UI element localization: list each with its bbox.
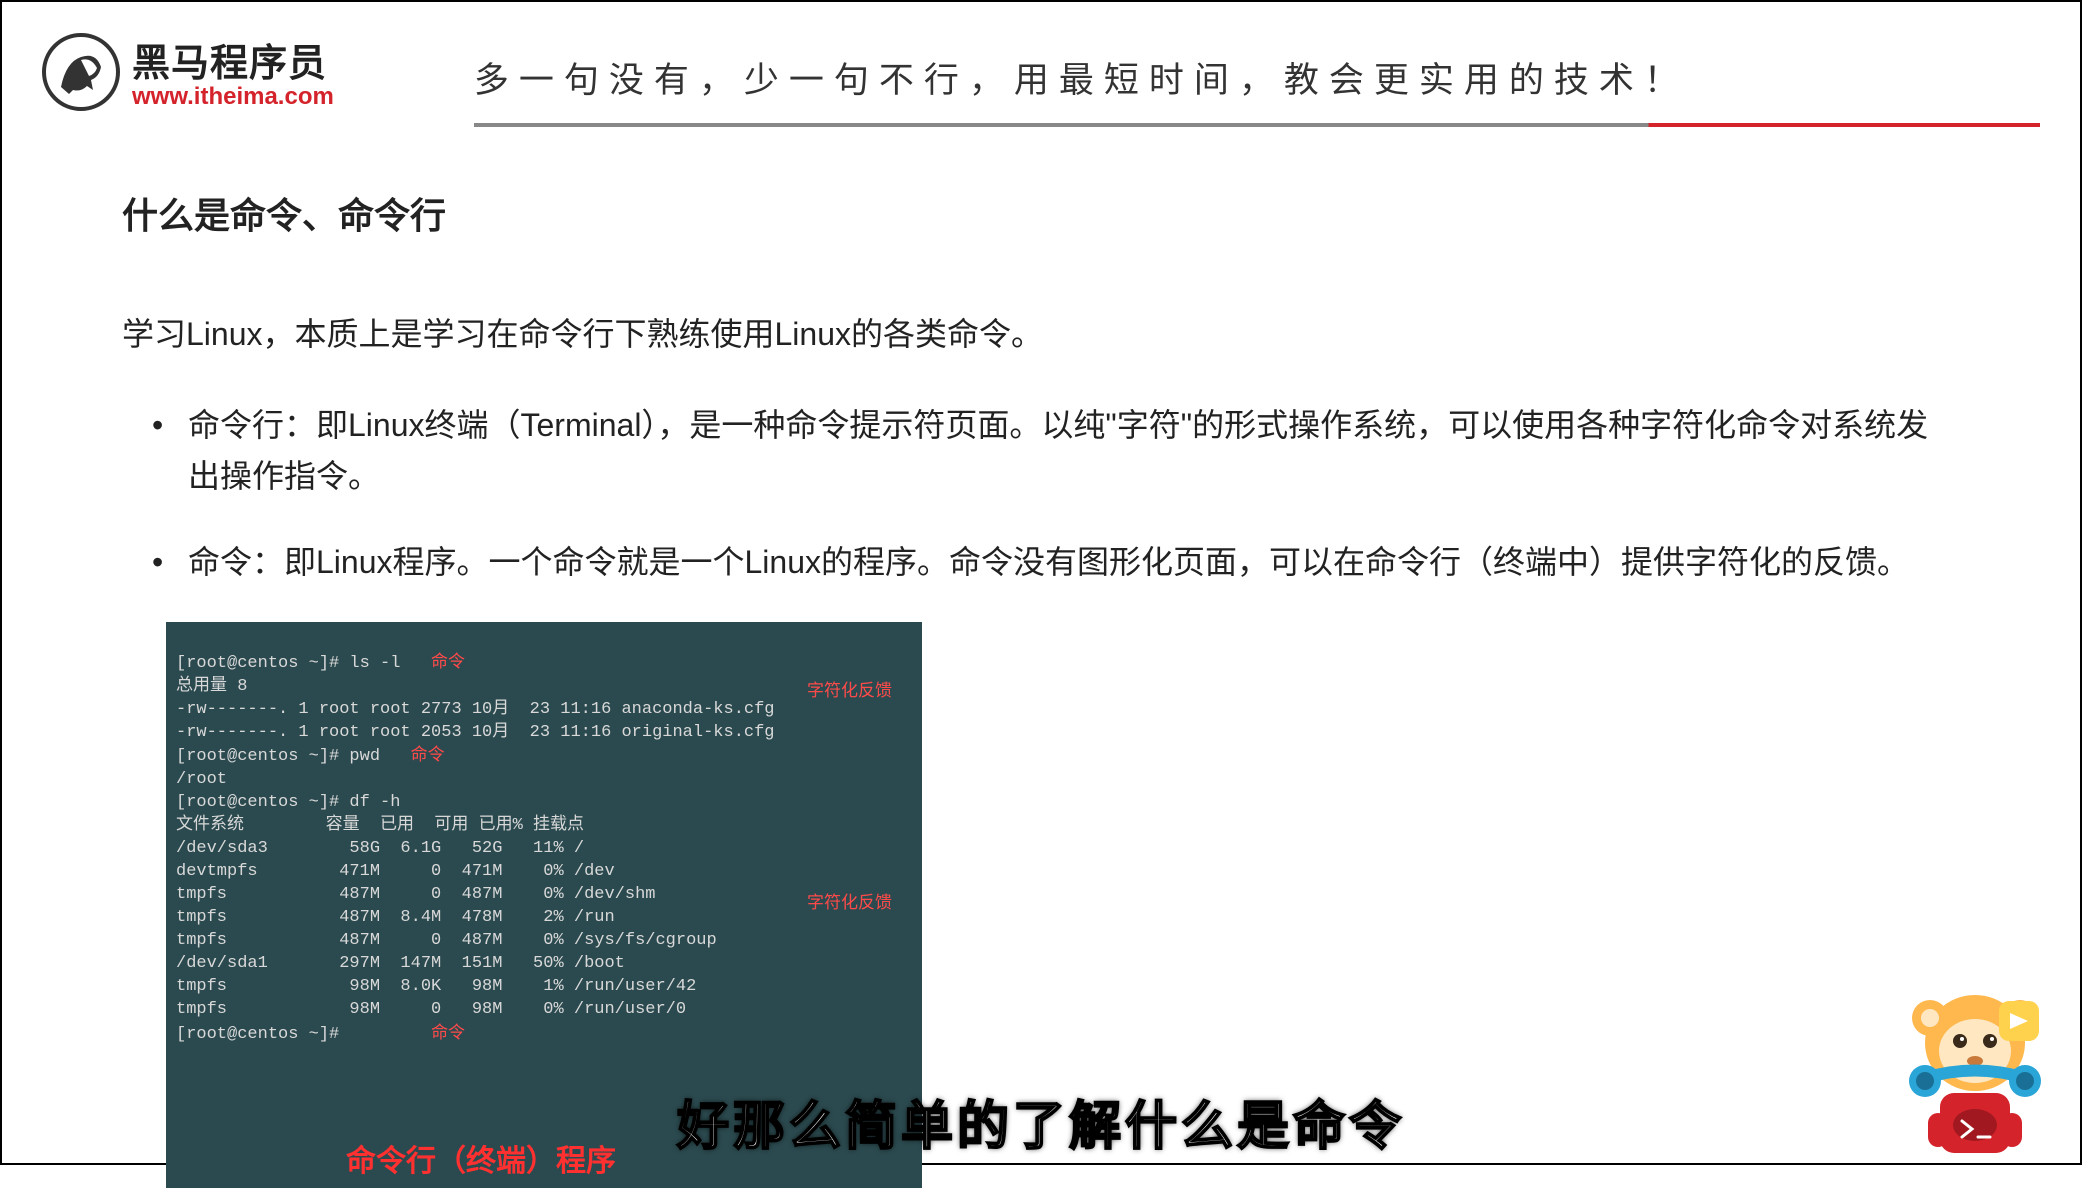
mascot-icon [1890, 963, 2060, 1163]
terminal-line: /dev/sda3 58G 6.1G 52G 11% / [176, 839, 584, 858]
terminal-line: tmpfs 487M 8.4M 478M 2% /run [176, 908, 615, 927]
terminal-line: devtmpfs 471M 0 471M 0% /dev [176, 862, 615, 881]
terminal-line: [root@centos ~]# ls -l [176, 654, 400, 673]
logo-title: 黑马程序员 [132, 32, 334, 87]
terminal-line: -rw-------. 1 root root 2053 10月 23 11:1… [176, 723, 775, 742]
content: 什么是命令、命令行 学习Linux，本质上是学习在命令行下熟练使用Linux的各… [2, 127, 2080, 1188]
annotation-cmd: 命令 [431, 1023, 465, 1042]
terminal-line: [root@centos ~]# [176, 1025, 339, 1044]
annotation-cmd: 命令 [411, 745, 445, 764]
terminal-line: /root [176, 770, 227, 789]
terminal-line: [root@centos ~]# df -h [176, 793, 400, 812]
header: 黑马程序员 www.itheima.com 多一句没有，少一句不行，用最短时间，… [2, 2, 2080, 127]
terminal-line: tmpfs 98M 0 98M 0% /run/user/0 [176, 1000, 686, 1019]
terminal-line: -rw-------. 1 root root 2773 10月 23 11:1… [176, 700, 775, 719]
slogan-text: 多一句没有，少一句不行，用最短时间，教会更实用的技术！ [474, 52, 2040, 117]
annotation-cmd: 命令 [431, 652, 465, 671]
terminal-line: tmpfs 487M 0 487M 0% /sys/fs/cgroup [176, 931, 717, 950]
annotation-terminal-label: 命令行（终端）程序 [346, 1142, 616, 1183]
intro-text: 学习Linux，本质上是学习在命令行下熟练使用Linux的各类命令。 [122, 309, 1960, 360]
bullet-item: 命令行：即Linux终端（Terminal），是一种命令提示符页面。以纯"字符"… [152, 400, 1960, 502]
logo-url: www.itheima.com [132, 83, 334, 111]
annotation-feedback: 字符化反馈 [807, 680, 892, 703]
bullet-item: 命令：即Linux程序。一个命令就是一个Linux的程序。命令没有图形化页面，可… [152, 537, 1960, 588]
logo-text: 黑马程序员 www.itheima.com [132, 32, 334, 111]
terminal-line: tmpfs 98M 8.0K 98M 1% /run/user/42 [176, 977, 696, 996]
annotation-feedback: 字符化反馈 [807, 892, 892, 915]
terminal-line: 总用量 8 [176, 677, 247, 696]
terminal-line: [root@centos ~]# pwd [176, 747, 380, 766]
logo-block: 黑马程序员 www.itheima.com [42, 32, 334, 111]
video-subtitle: 好那么简单的了解什么是命令 [677, 1084, 1405, 1159]
terminal-line: /dev/sda1 297M 147M 151M 50% /boot [176, 954, 625, 973]
slogan-underline [474, 123, 2040, 127]
logo-icon [42, 33, 120, 111]
terminal-line: 文件系统 容量 已用 可用 已用% 挂载点 [176, 816, 584, 835]
slogan-wrap: 多一句没有，少一句不行，用最短时间，教会更实用的技术！ [334, 32, 2040, 127]
section-title: 什么是命令、命令行 [122, 187, 1960, 239]
terminal-line: tmpfs 487M 0 487M 0% /dev/shm [176, 885, 655, 904]
bullet-list: 命令行：即Linux终端（Terminal），是一种命令提示符页面。以纯"字符"… [122, 400, 1960, 588]
